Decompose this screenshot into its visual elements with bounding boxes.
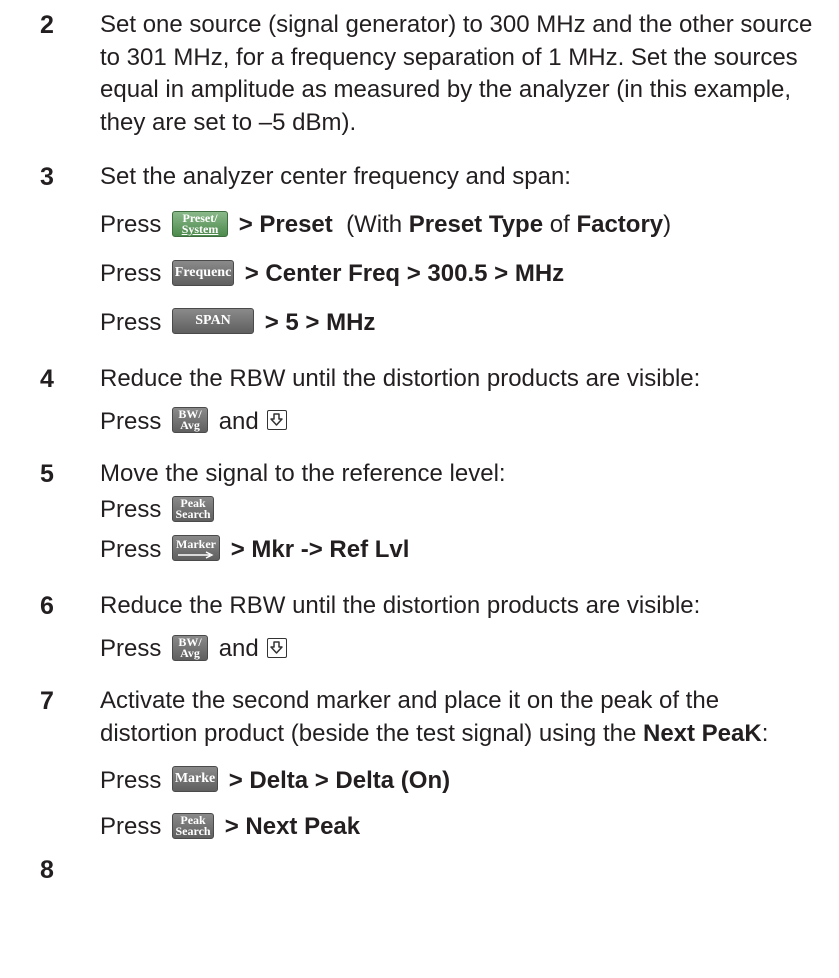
step-number: 8: [40, 855, 54, 884]
step-8: 8: [0, 0, 839, 978]
